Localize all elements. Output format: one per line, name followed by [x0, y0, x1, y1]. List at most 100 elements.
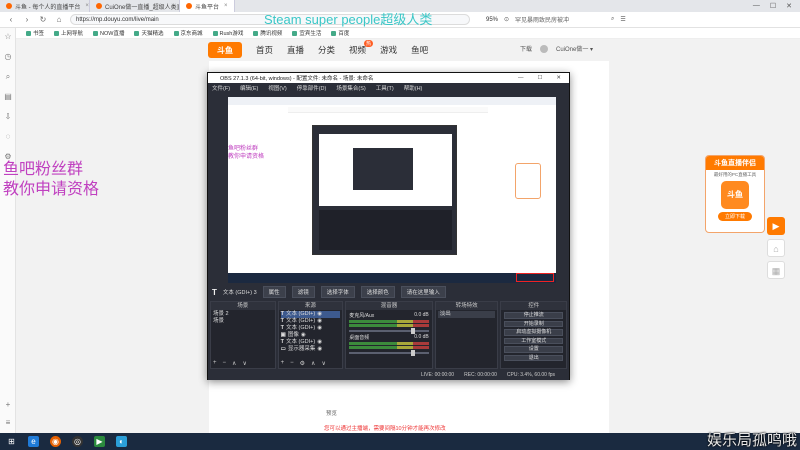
menu-tools[interactable]: 工具(T)	[376, 84, 394, 92]
obs-preview-canvas[interactable]: 鱼吧粉丝群 教你申请资格	[228, 97, 556, 283]
windows-start-icon[interactable]: ⊞	[6, 436, 17, 447]
douyu-companion-ad[interactable]: 斗鱼直播伴侣 最好用的PC直播工具 斗鱼 立即下载	[705, 155, 765, 233]
menu-edit[interactable]: 编辑(E)	[240, 84, 258, 92]
minimize-icon[interactable]: —	[753, 2, 760, 10]
exit-button[interactable]: 退出	[504, 354, 564, 361]
menu-scene-collection[interactable]: 场景集合(S)	[336, 84, 365, 92]
virtual-camera-button[interactable]: 启动虚拟摄像机	[504, 329, 564, 336]
up-icon[interactable]: ∧	[232, 360, 236, 367]
source-item[interactable]: T 文本 (GDI+) ◉	[281, 318, 341, 325]
minimize-icon[interactable]: —	[518, 75, 524, 81]
chat-icon[interactable]: ◌	[3, 132, 13, 142]
bookmark-item[interactable]: 天猫精选	[134, 29, 164, 37]
settings-button[interactable]: 设置	[504, 346, 564, 353]
gear-icon[interactable]: ⚙	[300, 360, 305, 367]
reading-icon[interactable]: ▤	[3, 92, 13, 102]
filters-button[interactable]: 滤镜	[291, 286, 315, 298]
menu-docks[interactable]: 停靠部件(D)	[297, 84, 327, 92]
eye-icon[interactable]: ◉	[317, 339, 322, 346]
menu-icon[interactable]: ≡	[3, 418, 13, 428]
nav-category[interactable]: 分类	[318, 44, 335, 56]
close-window-icon[interactable]: ✕	[786, 2, 792, 10]
eye-icon[interactable]: ◉	[301, 332, 306, 339]
bookmark-item[interactable]: 百度	[331, 29, 349, 37]
search-icon[interactable]: ⌕	[611, 16, 614, 23]
select-color-button[interactable]: 选择颜色	[360, 286, 395, 298]
bookmark-item[interactable]: 上网导航	[54, 29, 83, 37]
history-icon[interactable]: ◷	[3, 52, 13, 62]
volume-slider[interactable]	[349, 328, 429, 334]
close-tab-icon[interactable]: ×	[85, 3, 89, 9]
eye-icon[interactable]: ◉	[317, 318, 322, 325]
transition-select[interactable]: 淡出	[437, 311, 496, 318]
nav-live[interactable]: 直播	[287, 44, 304, 56]
download-icon[interactable]: ⇩	[3, 112, 13, 122]
text-input[interactable]: 请在这里输入	[400, 286, 446, 298]
edge-icon[interactable]: e	[28, 436, 39, 447]
bookmark-item[interactable]: 书签	[26, 29, 44, 37]
extensions-icon[interactable]: ☰	[620, 16, 625, 23]
source-item[interactable]: ▭ 显示器采集 ◉	[281, 346, 341, 353]
obs-icon[interactable]: ◎	[72, 436, 83, 447]
download-link[interactable]: 下载	[520, 44, 532, 53]
avatar[interactable]	[540, 44, 549, 53]
start-recording-button[interactable]: 开始录制	[504, 320, 564, 327]
back-icon[interactable]: ‹	[6, 15, 16, 24]
maximize-icon[interactable]: ☐	[537, 75, 542, 81]
browser-tab[interactable]: CuiOne做一直播_超级人类直播_斗鱼×	[90, 0, 180, 12]
bookmark-item[interactable]: 宜宾生活	[292, 29, 321, 37]
eye-icon[interactable]: ◉	[317, 325, 322, 332]
search-input[interactable]: 罕见暴雨致民房被冲	[515, 15, 605, 24]
down-icon[interactable]: ∨	[242, 360, 246, 367]
scene-item[interactable]: 场景 2	[213, 311, 273, 318]
bookmark-item[interactable]: NOW直播	[93, 29, 124, 37]
star-icon[interactable]: ☆	[3, 32, 13, 42]
add-icon[interactable]: +	[3, 400, 13, 410]
eye-icon[interactable]: ◉	[317, 346, 322, 353]
volume-slider[interactable]	[349, 350, 429, 356]
nav-video[interactable]: 视频热	[349, 40, 374, 56]
username[interactable]: CuiOne做一 ▾	[556, 44, 593, 53]
down-icon[interactable]: ∨	[321, 360, 325, 367]
add-icon[interactable]: +	[281, 360, 285, 367]
scene-item[interactable]: 场景	[213, 318, 273, 325]
add-icon[interactable]: +	[213, 360, 217, 367]
browser-icon[interactable]: ◐	[116, 436, 127, 447]
source-item[interactable]: T 文本 (GDI+) ◉	[281, 325, 341, 332]
source-item[interactable]: ▣ 图像 ◉	[281, 332, 341, 339]
media-player-icon[interactable]: ▶	[94, 436, 105, 447]
nav-games[interactable]: 游戏	[380, 44, 397, 56]
zoom-level[interactable]: 95%	[486, 17, 498, 23]
nav-home[interactable]: 首页	[256, 44, 273, 56]
browser-tab[interactable]: 斗鱼 - 每个人的直播平台 ×	[0, 0, 90, 12]
stop-streaming-button[interactable]: 停止推流	[504, 312, 564, 319]
properties-button[interactable]: 属性	[262, 286, 286, 298]
source-item[interactable]: T 文本 (GDI+) ◉	[281, 339, 341, 346]
ad-download-button[interactable]: 立即下载	[718, 212, 752, 221]
home-icon[interactable]: ⌂	[54, 15, 64, 24]
menu-file[interactable]: 文件(F)	[212, 84, 230, 92]
refresh-icon[interactable]: ↻	[38, 15, 48, 24]
close-tab-icon[interactable]: ×	[224, 3, 228, 9]
remove-icon[interactable]: −	[223, 360, 227, 367]
up-icon[interactable]: ∧	[311, 360, 315, 367]
browser-tab-active[interactable]: 斗鱼平台 ×	[180, 0, 235, 12]
play-icon[interactable]: ▶	[767, 217, 785, 235]
home-icon[interactable]: ⌂	[767, 239, 785, 257]
qrcode-icon[interactable]: ▦	[767, 261, 785, 279]
forward-icon[interactable]: ›	[22, 15, 32, 24]
firefox-icon[interactable]: ◉	[50, 436, 61, 447]
close-window-icon[interactable]: ✕	[556, 75, 561, 81]
eye-icon[interactable]: ◉	[317, 311, 322, 318]
menu-help[interactable]: 帮助(H)	[404, 84, 423, 92]
slider-knob[interactable]	[411, 328, 416, 334]
select-font-button[interactable]: 选择字体	[320, 286, 355, 298]
source-item[interactable]: T 文本 (GDI+) ◉	[280, 311, 341, 318]
studio-mode-button[interactable]: 工作室模式	[504, 337, 564, 344]
bookmark-item[interactable]: 腾讯视频	[253, 29, 282, 37]
search-engine-icon[interactable]: ⊙	[504, 16, 509, 23]
bookmark-item[interactable]: 京东商城	[173, 29, 203, 37]
remove-icon[interactable]: −	[290, 360, 294, 367]
bookmark-item[interactable]: Rush游戏	[212, 29, 243, 37]
search-icon[interactable]: ⌕	[3, 72, 13, 82]
